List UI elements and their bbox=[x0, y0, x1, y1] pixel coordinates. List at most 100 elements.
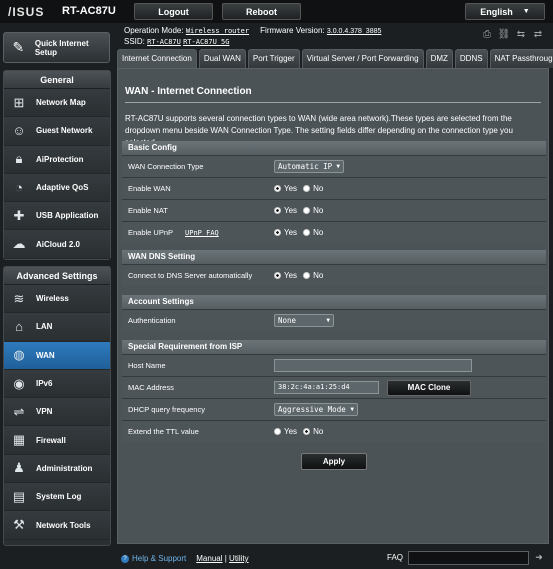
sidebar-item-administration[interactable]: ♟ Administration bbox=[4, 454, 110, 484]
enable-wan-row: Enable WAN Yes No bbox=[122, 177, 546, 199]
manual-link[interactable]: Manual bbox=[196, 554, 222, 563]
info-line-2: SSID: RT-AC87U RT-AC87U_5G bbox=[124, 37, 230, 46]
logout-button[interactable]: Logout bbox=[134, 3, 213, 20]
firewall-icon: ▦ bbox=[12, 432, 26, 448]
vpn-icon: ⇌ bbox=[13, 403, 25, 419]
home-icon: ⌂ bbox=[15, 319, 23, 335]
sidebar-item-lan[interactable]: ⌂ LAN bbox=[4, 313, 110, 342]
tab-dmz[interactable]: DMZ bbox=[425, 49, 453, 68]
ssid-24-link[interactable]: RT-AC87U bbox=[147, 38, 181, 46]
wan-type-select[interactable]: Automatic IP ▼ bbox=[274, 160, 344, 173]
asus-logo: /ISUS bbox=[8, 5, 45, 19]
tab-ddns[interactable]: DDNS bbox=[454, 49, 488, 68]
wan-dns-section: WAN DNS Setting Connect to DNS Server au… bbox=[122, 250, 546, 286]
status-icons: ⎙ ⛓ ⇆ ⇄ bbox=[480, 29, 545, 41]
dhcp-query-select[interactable]: Aggressive Mode ▼ bbox=[274, 403, 358, 416]
usb2-icon[interactable]: ⇄ bbox=[531, 29, 545, 41]
faq-search-input[interactable] bbox=[408, 551, 529, 565]
upnp-faq-link[interactable]: UPnP FAQ bbox=[185, 229, 219, 237]
dns-auto-yes-radio[interactable]: Yes bbox=[274, 271, 297, 280]
log-icon: ▤ bbox=[12, 488, 26, 504]
auth-row: Authentication None ▼ bbox=[122, 309, 546, 331]
sidebar-item-wan[interactable]: ◍ WAN bbox=[4, 341, 110, 370]
network-map-icon: ⊞ bbox=[13, 94, 25, 110]
quick-internet-setup-button[interactable]: ✎ Quick Internet Setup bbox=[3, 32, 110, 63]
enable-wan-no-radio[interactable]: No bbox=[303, 184, 323, 193]
help-support-link[interactable]: Help & Support bbox=[132, 554, 186, 563]
dns-auto-row: Connect to DNS Server automatically Yes … bbox=[122, 264, 546, 286]
sidebar-item-vpn[interactable]: ⇌ VPN bbox=[4, 398, 110, 427]
qis-label: Quick Internet Setup bbox=[34, 38, 89, 57]
usb-icon[interactable]: ⇆ bbox=[514, 29, 528, 41]
chevron-down-icon: ▼ bbox=[350, 406, 354, 413]
isp-section: Special Requirement from ISP Host Name M… bbox=[122, 340, 546, 442]
tab-virtual-server[interactable]: Virtual Server / Port Forwarding bbox=[301, 49, 424, 68]
sidebar-item-adaptive-qos[interactable]: ◔ Adaptive QoS bbox=[4, 173, 110, 203]
title-divider bbox=[125, 102, 541, 103]
general-title: General bbox=[4, 71, 110, 89]
help-icon: ? bbox=[121, 554, 129, 563]
host-name-input[interactable] bbox=[274, 359, 472, 372]
tab-nat-passthrough[interactable]: NAT Passthrough bbox=[489, 49, 553, 68]
basic-config-section: Basic Config WAN Connection Type Automat… bbox=[122, 141, 546, 243]
printer-icon[interactable]: ⎙ bbox=[480, 29, 494, 41]
section-title: Special Requirement from ISP bbox=[122, 340, 546, 354]
sidebar-item-system-log[interactable]: ▤ System Log bbox=[4, 483, 110, 512]
section-title: Account Settings bbox=[122, 295, 546, 309]
ttl-yes-radio[interactable]: Yes bbox=[274, 427, 297, 436]
globe-icon: ◍ bbox=[13, 347, 25, 363]
enable-nat-no-radio[interactable]: No bbox=[303, 206, 323, 215]
language-label: English bbox=[480, 6, 513, 17]
sidebar-item-aicloud[interactable]: ☁ AiCloud 2.0 bbox=[4, 230, 110, 259]
search-go-icon[interactable]: ➜ bbox=[533, 552, 545, 564]
lock-icon: 🔒︎ bbox=[15, 151, 23, 167]
chevron-down-icon: ▼ bbox=[522, 8, 530, 15]
content-panel: WAN - Internet Connection RT-AC87U suppo… bbox=[117, 68, 549, 544]
sidebar-item-wireless[interactable]: ≋ Wireless bbox=[4, 285, 110, 314]
tab-port-trigger[interactable]: Port Trigger bbox=[247, 49, 300, 68]
apply-button[interactable]: Apply bbox=[301, 453, 367, 470]
wan-type-row: WAN Connection Type Automatic IP ▼ bbox=[122, 155, 546, 177]
cloud-icon: ☁ bbox=[12, 236, 26, 252]
puzzle-icon: ✚ bbox=[13, 207, 25, 223]
host-name-row: Host Name bbox=[122, 354, 546, 376]
enable-nat-yes-radio[interactable]: Yes bbox=[274, 206, 297, 215]
tab-dual-wan[interactable]: Dual WAN bbox=[198, 49, 246, 68]
ttl-no-radio[interactable]: No bbox=[303, 427, 323, 436]
enable-nat-row: Enable NAT Yes No bbox=[122, 199, 546, 221]
enable-upnp-yes-radio[interactable]: Yes bbox=[274, 228, 297, 237]
operation-mode-link[interactable]: Wireless router bbox=[186, 27, 249, 35]
ipv6-icon: ◉ bbox=[13, 375, 25, 391]
auth-select[interactable]: None ▼ bbox=[274, 314, 334, 327]
faq-label: FAQ bbox=[387, 553, 404, 562]
page-title: WAN - Internet Connection bbox=[125, 86, 252, 97]
footer: ? Help & Support Manual | Utility FAQ ➜ bbox=[0, 548, 553, 569]
dhcp-query-row: DHCP query frequency Aggressive Mode ▼ bbox=[122, 398, 546, 420]
sidebar-item-usb-application[interactable]: ✚ USB Application bbox=[4, 202, 110, 231]
tab-bar: Internet Connection Dual WAN Port Trigge… bbox=[117, 49, 553, 68]
network-icon[interactable]: ⛓ bbox=[497, 29, 511, 41]
wifi-icon: ≋ bbox=[13, 290, 25, 306]
enable-wan-yes-radio[interactable]: Yes bbox=[274, 184, 297, 193]
language-select[interactable]: English ▼ bbox=[465, 3, 545, 20]
sidebar-item-aiprotection[interactable]: 🔒︎ AiProtection bbox=[4, 145, 110, 174]
dns-auto-no-radio[interactable]: No bbox=[303, 271, 323, 280]
enable-upnp-no-radio[interactable]: No bbox=[303, 228, 323, 237]
advanced-menu: Advanced Settings ≋ Wireless ⌂ LAN ◍ WAN ◉ I… bbox=[3, 266, 111, 546]
sidebar-item-firewall[interactable]: ▦ Firewall bbox=[4, 426, 110, 455]
reboot-button[interactable]: Reboot bbox=[222, 3, 301, 20]
account-section: Account Settings Authentication None ▼ bbox=[122, 295, 546, 331]
mac-clone-button[interactable]: MAC Clone bbox=[387, 379, 471, 396]
advanced-title: Advanced Settings bbox=[4, 267, 110, 285]
mac-address-input[interactable]: 38:2c:4a:a1:25:d4 bbox=[274, 381, 379, 394]
tab-internet-connection[interactable]: Internet Connection bbox=[117, 49, 197, 68]
utility-link[interactable]: Utility bbox=[229, 554, 249, 563]
sidebar-item-network-map[interactable]: ⊞ Network Map bbox=[4, 89, 110, 118]
ssid-5g-link[interactable]: RT-AC87U_5G bbox=[183, 38, 229, 46]
firmware-version-link[interactable]: 3.0.0.4.378_3885 bbox=[327, 28, 382, 35]
sidebar-item-ipv6[interactable]: ◉ IPv6 bbox=[4, 369, 110, 399]
sidebar-item-network-tools[interactable]: ⚒ Network Tools bbox=[4, 511, 110, 540]
general-menu: General ⊞ Network Map ☺ Guest Network 🔒︎ Ai… bbox=[3, 70, 111, 260]
enable-upnp-row: Enable UPnP UPnP FAQ Yes No bbox=[122, 221, 546, 243]
sidebar-item-guest-network[interactable]: ☺ Guest Network bbox=[4, 117, 110, 146]
